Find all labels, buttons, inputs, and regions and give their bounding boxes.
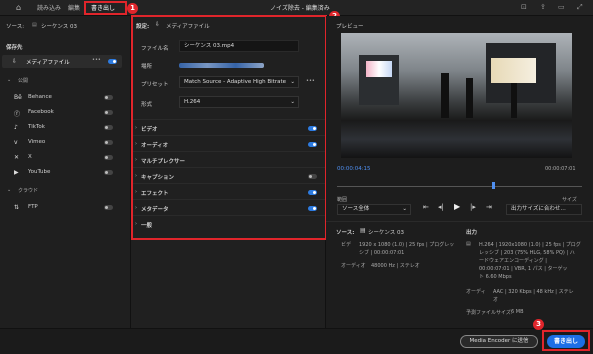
behance-icon: Bē xyxy=(14,94,22,101)
person-silhouette xyxy=(441,73,449,118)
destination-ftp[interactable]: FTP xyxy=(28,204,38,210)
destination-media-file[interactable]: ⇩ メディアファイル ••• xyxy=(2,55,122,68)
preview-panel: プレビュー 00:00:04:15 00:00:07:01 範囲 ソース全体 ⌄… xyxy=(326,16,593,328)
output-video-line1: H.264 | 1920x1080 (1.0) | 25 fps | プログ xyxy=(479,242,581,248)
tab-edit[interactable]: 編集 xyxy=(68,3,80,12)
workspace-icon[interactable]: ▭ xyxy=(558,3,565,11)
youtube-toggle[interactable] xyxy=(104,170,113,175)
ftp-toggle[interactable] xyxy=(104,205,113,210)
source-info-value: シーケンス 03 xyxy=(368,230,404,236)
destination-facebook[interactable]: Facebook xyxy=(28,109,54,115)
settings-highlight xyxy=(131,15,327,240)
billboard-shape xyxy=(366,61,392,77)
billboard-shape xyxy=(491,58,536,83)
divider xyxy=(326,221,593,222)
destinations-panel: ソース: ▤ シーケンス 03 保存先 ⇩ メディアファイル ••• ⌄ 公開 … xyxy=(0,16,131,328)
facebook-toggle[interactable] xyxy=(104,110,113,115)
person-silhouette xyxy=(511,83,517,118)
source-video-line2: シブ | 00:00:07:01 xyxy=(359,250,405,256)
range-label: 範囲 xyxy=(337,197,348,203)
annotation-3: 3 xyxy=(533,319,544,330)
output-info-label: 出力 xyxy=(466,230,478,236)
tiktok-toggle[interactable] xyxy=(104,125,113,130)
playhead[interactable] xyxy=(492,182,495,189)
social-chevron-icon[interactable]: ⌄ xyxy=(7,77,11,83)
size-value: 出力サイズに合わせ… xyxy=(511,206,566,212)
filesize-label: 予測ファイルサイズ: xyxy=(466,310,513,316)
video-preview-frame[interactable] xyxy=(341,33,572,158)
destination-youtube[interactable]: YouTube xyxy=(28,169,50,175)
size-label: サイズ xyxy=(562,197,577,203)
ftp-icon: ⇅ xyxy=(14,204,20,211)
source-video-line1: 1920 x 1080 (1.0) | 25 fps | プログレッ xyxy=(359,242,455,248)
output-video-icon: ▤ xyxy=(466,241,471,247)
share-icon[interactable]: ⇪ xyxy=(540,3,546,11)
tiktok-icon: ♪ xyxy=(14,124,18,131)
current-time: 00:00:04:15 xyxy=(337,166,371,172)
output-video-line4: 00:00:07:01 | VBR, 1 パス | ターゲッ xyxy=(479,266,568,272)
destination-x[interactable]: X xyxy=(28,154,32,160)
output-video-line5: ト 6.60 Mbps xyxy=(479,274,512,280)
behance-toggle[interactable] xyxy=(104,95,113,100)
cloud-heading: クラウド xyxy=(18,188,39,194)
fullscreen-icon[interactable]: ⤢ xyxy=(577,3,583,12)
output-video-line3: ードウェアエンコーディング | xyxy=(479,258,547,264)
destination-vimeo[interactable]: Vimeo xyxy=(28,139,45,145)
destination-behance[interactable]: Behance xyxy=(28,94,52,100)
send-to-media-encoder-button[interactable]: Media Encoder に送信 xyxy=(460,335,538,348)
mark-out-icon[interactable]: ⇥ xyxy=(486,203,492,211)
output-audio-line2: オ xyxy=(493,297,499,303)
source-audio-value: 48000 Hz | ステレオ xyxy=(371,263,420,269)
sequence-icon: ▤ xyxy=(32,22,37,28)
source-value: シーケンス 03 xyxy=(41,24,77,30)
vimeo-toggle[interactable] xyxy=(104,140,113,145)
media-file-toggle[interactable] xyxy=(108,59,117,64)
range-dropdown[interactable]: ソース全体 ⌄ xyxy=(337,204,411,215)
social-heading: 公開 xyxy=(18,78,29,84)
annotation-1: 1 xyxy=(127,3,138,14)
export-button-highlight xyxy=(542,330,590,351)
cloud-chevron-icon[interactable]: ⌄ xyxy=(7,187,11,193)
download-icon: ⇩ xyxy=(12,58,18,65)
size-dropdown[interactable]: 出力サイズに合わせ… xyxy=(506,204,582,215)
output-audio-line1: AAC | 320 Kbps | 48 kHz | ステレ xyxy=(493,289,574,295)
media-file-label: メディアファイル xyxy=(26,60,70,66)
play-icon[interactable]: ▶ xyxy=(454,202,460,211)
home-icon[interactable]: ⌂ xyxy=(16,3,21,12)
more-options-icon[interactable]: ••• xyxy=(92,57,101,63)
x-toggle[interactable] xyxy=(104,155,113,160)
total-duration: 00:00:07:01 xyxy=(545,166,576,172)
output-audio-key: オーディ xyxy=(466,289,486,295)
x-icon: ✕ xyxy=(14,154,20,161)
step-back-icon[interactable]: ◂| xyxy=(438,203,444,211)
source-label: ソース: xyxy=(6,24,25,30)
person-silhouette xyxy=(466,78,473,118)
output-video-line2: レッシブ | 203 (75% HLG, 58% PQ) | ハ xyxy=(479,250,575,256)
source-info-label: ソース: xyxy=(336,230,355,236)
tab-import[interactable]: 読み込み xyxy=(37,3,61,12)
mark-in-icon[interactable]: ⇤ xyxy=(423,203,429,211)
filesize-value: 6 MB xyxy=(511,309,524,315)
step-forward-icon[interactable]: |▸ xyxy=(470,203,476,211)
bottom-bar: Media Encoder に送信 書き出し xyxy=(0,328,593,354)
destination-tiktok[interactable]: TikTok xyxy=(28,124,45,130)
source-audio-key: オーディオ xyxy=(341,263,366,269)
preview-label: プレビュー xyxy=(336,24,364,30)
vimeo-icon: v xyxy=(14,139,18,146)
source-video-key: ビデ xyxy=(341,242,352,248)
sequence-icon: ▤ xyxy=(360,227,366,234)
window-title: ノイズ除去 - 編集済み xyxy=(270,5,330,12)
quick-export-icon[interactable]: ⊡ xyxy=(521,3,527,11)
scrub-bar[interactable] xyxy=(337,186,582,187)
youtube-icon: ▶ xyxy=(14,169,19,176)
range-value: ソース全体 xyxy=(342,206,370,212)
destinations-heading: 保存先 xyxy=(6,45,23,51)
chevron-down-icon: ⌄ xyxy=(402,206,407,212)
facebook-icon: ⓕ xyxy=(14,111,21,118)
export-tab-highlight xyxy=(84,1,127,15)
